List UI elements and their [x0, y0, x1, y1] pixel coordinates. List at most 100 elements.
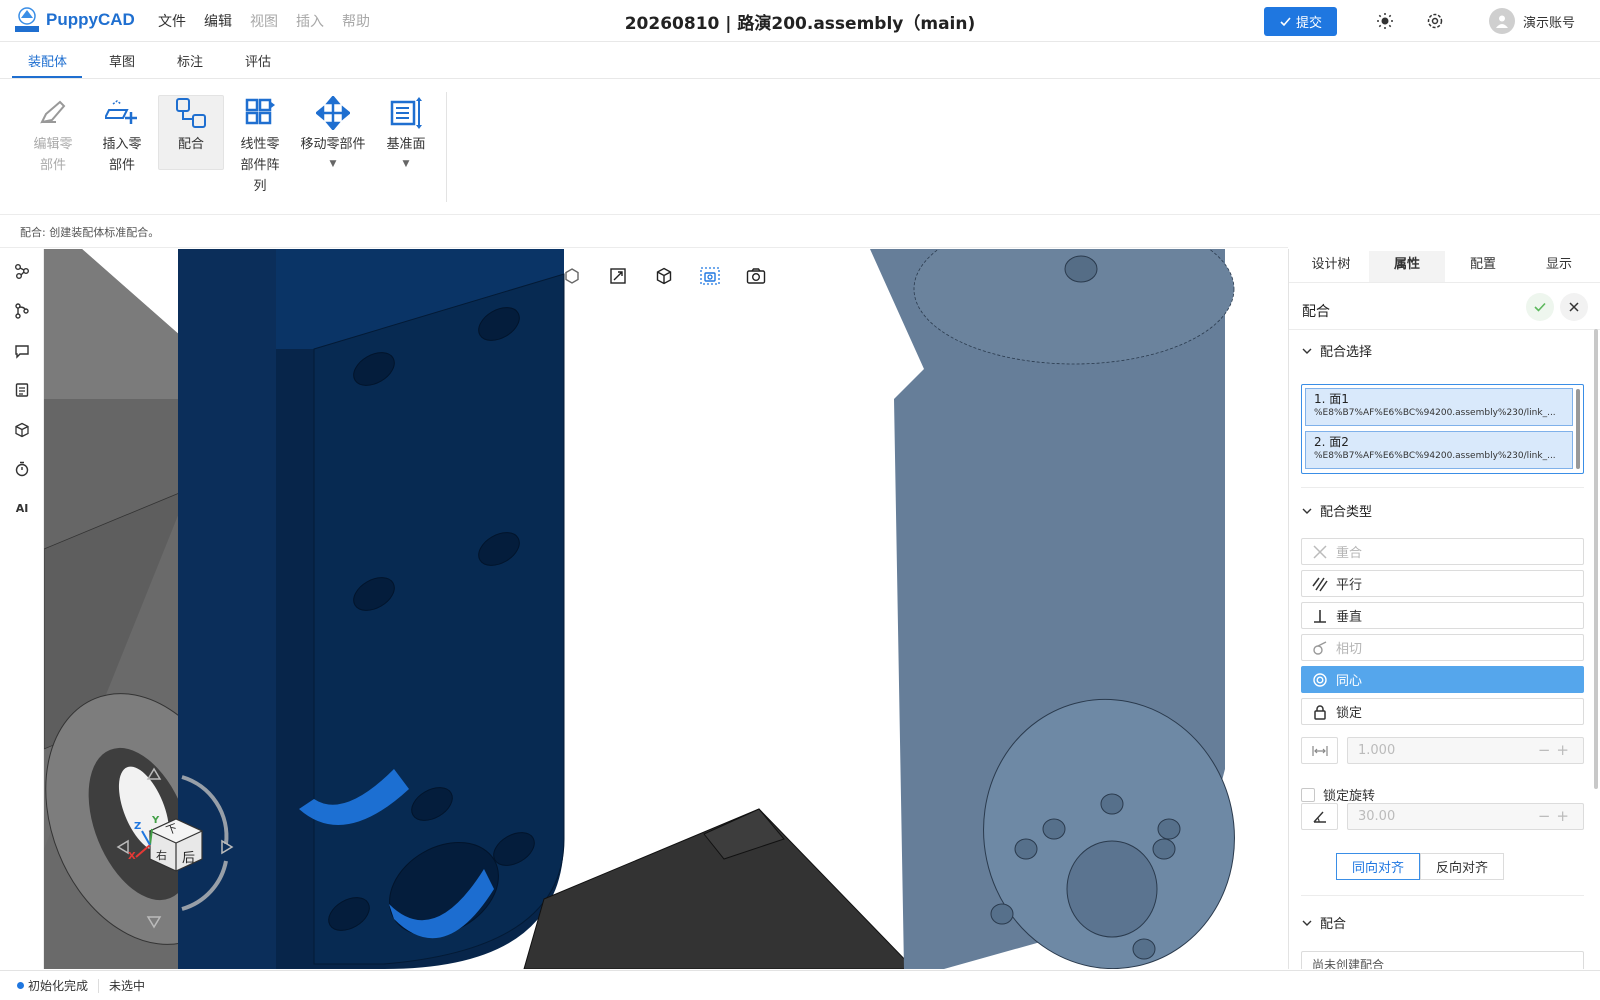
insert-part-label: 插入零 部件	[102, 137, 142, 173]
status-dot-icon	[17, 982, 24, 989]
datum-plane-button[interactable]: 基准面 ▼	[374, 96, 438, 173]
command-hint: 配合: 创建装配体标准配合。	[0, 216, 1288, 248]
property-panel: 设计树 属性 配置 显示 配合 配合选择 1. 面1 %E8%B7%AF%E6%…	[1288, 249, 1600, 969]
distance-input[interactable]: 1.000 −+	[1347, 737, 1584, 764]
menu-file[interactable]: 文件	[158, 11, 186, 31]
viewport-toolbar	[559, 263, 769, 289]
mate-type-tangent-label: 相切	[1336, 642, 1363, 657]
active-tab-indicator	[12, 76, 82, 78]
section-divider	[1301, 895, 1584, 896]
branch-icon[interactable]	[11, 300, 33, 322]
mate-type-concentric[interactable]: 同心	[1301, 666, 1584, 693]
tab-sketch[interactable]: 草图	[109, 51, 135, 70]
close-icon	[1569, 302, 1579, 312]
menu-view[interactable]: 视图	[250, 11, 278, 31]
user-name[interactable]: 演示账号	[1523, 12, 1575, 31]
coincident-icon	[1313, 544, 1327, 559]
edit-pencil-icon	[40, 100, 66, 124]
mate-type-concentric-label: 同心	[1336, 674, 1363, 689]
selection-path: %E8%B7%AF%E6%BC%94200.assembly%230/link_…	[1314, 451, 1556, 461]
part-cube-icon[interactable]	[11, 419, 33, 441]
linear-pattern-icon	[245, 98, 275, 125]
list-item[interactable]: 2. 面2 %E8%B7%AF%E6%BC%94200.assembly%230…	[1305, 431, 1573, 469]
tab-annotation[interactable]: 标注	[177, 51, 203, 70]
align-opposite-button[interactable]: 反向对齐	[1420, 853, 1504, 880]
submit-button[interactable]: 提交	[1264, 7, 1337, 36]
mate-type-parallel[interactable]: 平行	[1301, 570, 1584, 597]
tab-design-tree[interactable]: 设计树	[1293, 251, 1369, 282]
view-cube-face-front[interactable]: 后	[182, 847, 195, 866]
tab-configuration[interactable]: 配置	[1445, 251, 1521, 282]
edit-part-button[interactable]: 编辑零 部件	[21, 96, 85, 176]
close-button[interactable]	[1560, 293, 1588, 321]
submit-label: 提交	[1295, 16, 1322, 31]
hide-show-icon[interactable]	[559, 263, 585, 289]
fit-view-icon[interactable]	[605, 263, 631, 289]
confirm-button[interactable]	[1526, 293, 1554, 321]
move-part-dropdown-icon[interactable]: ▼	[330, 155, 337, 173]
screenshot-region-icon[interactable]	[697, 263, 723, 289]
menu-help[interactable]: 帮助	[342, 11, 370, 31]
app-logo[interactable]: PuppyCAD	[12, 6, 135, 34]
puppy-logo-icon	[15, 7, 39, 32]
mate-type-tangent[interactable]: 相切	[1301, 634, 1584, 661]
mate-empty-text: 尚未创建配合	[1312, 958, 1385, 969]
align-same-button[interactable]: 同向对齐	[1336, 853, 1420, 880]
menu-insert[interactable]: 插入	[296, 11, 324, 31]
tab-display[interactable]: 显示	[1521, 251, 1597, 282]
section-mate-selection[interactable]: 配合选择	[1302, 341, 1372, 360]
settings-gear-icon[interactable]	[1424, 10, 1446, 32]
header-divider	[1289, 329, 1600, 330]
insert-part-icon	[105, 100, 137, 124]
lock-rotation-checkbox[interactable]	[1301, 787, 1315, 802]
mate-selection-list[interactable]: 1. 面1 %E8%B7%AF%E6%BC%94200.assembly%230…	[1301, 384, 1584, 474]
section-mates[interactable]: 配合	[1302, 913, 1346, 932]
lock-rotation-row[interactable]: 锁定旋转	[1301, 785, 1375, 804]
tab-assembly[interactable]: 装配体	[28, 51, 67, 70]
insert-part-button[interactable]: 插入零 部件	[90, 96, 154, 176]
view-cube-face-side[interactable]: 右	[156, 847, 167, 863]
view-orientation-cube-icon[interactable]	[651, 263, 677, 289]
theme-sun-icon[interactable]	[1374, 10, 1396, 32]
distance-icon[interactable]	[1301, 737, 1338, 764]
ai-assistant-button[interactable]: AI	[11, 497, 33, 519]
mate-type-coincident[interactable]: 重合	[1301, 538, 1584, 565]
selection-scrollbar[interactable]	[1576, 389, 1580, 469]
view-cube-widget[interactable]: 下 后 右 X Y Z	[94, 749, 254, 939]
3d-viewport[interactable]: 下 后 右 X Y Z	[44, 249, 1287, 969]
angle-stepper-icon[interactable]: −+	[1538, 807, 1575, 825]
distance-stepper-icon[interactable]: −+	[1538, 741, 1575, 759]
mate-button[interactable]: 配合	[158, 95, 224, 170]
status-init: 初始化完成	[28, 979, 89, 993]
section-mate-type-label: 配合类型	[1320, 505, 1373, 520]
move-part-label: 移动零部件	[300, 137, 366, 152]
section-mate-type[interactable]: 配合类型	[1302, 501, 1372, 520]
user-avatar[interactable]	[1489, 8, 1515, 34]
mate-type-lock[interactable]: 锁定	[1301, 698, 1584, 725]
perpendicular-icon	[1314, 609, 1326, 623]
tab-properties[interactable]: 属性	[1369, 251, 1445, 282]
check-icon	[1534, 302, 1546, 312]
document-list-icon[interactable]	[11, 379, 33, 401]
user-icon	[1496, 15, 1508, 28]
comment-icon[interactable]	[11, 340, 33, 362]
panel-scrollbar[interactable]	[1594, 329, 1598, 789]
distance-row: 1.000 −+	[1301, 737, 1584, 764]
list-item[interactable]: 1. 面1 %E8%B7%AF%E6%BC%94200.assembly%230…	[1305, 388, 1573, 426]
rotate-arrows-icon[interactable]	[94, 749, 254, 939]
panel-tabs: 设计树 属性 配置 显示	[1289, 249, 1600, 283]
datum-plane-dropdown-icon[interactable]: ▼	[403, 155, 410, 173]
mate-type-perpendicular[interactable]: 垂直	[1301, 602, 1584, 629]
chevron-down-icon	[1302, 920, 1312, 926]
linear-pattern-button[interactable]: 线性零 部件阵 列	[228, 96, 292, 197]
menu-edit[interactable]: 编辑	[204, 11, 232, 31]
assembly-tree-icon[interactable]	[11, 260, 33, 282]
stopwatch-icon[interactable]	[11, 458, 33, 480]
tab-evaluate[interactable]: 评估	[245, 51, 271, 70]
concentric-icon	[1313, 672, 1327, 687]
camera-icon[interactable]	[743, 263, 769, 289]
top-bar: PuppyCAD 文件 编辑 视图 插入 帮助 20260810 | 路演200…	[0, 0, 1600, 42]
angle-icon[interactable]	[1301, 803, 1338, 830]
angle-input[interactable]: 30.00 −+	[1347, 803, 1584, 830]
move-part-button[interactable]: 移动零部件 ▼	[293, 96, 373, 173]
